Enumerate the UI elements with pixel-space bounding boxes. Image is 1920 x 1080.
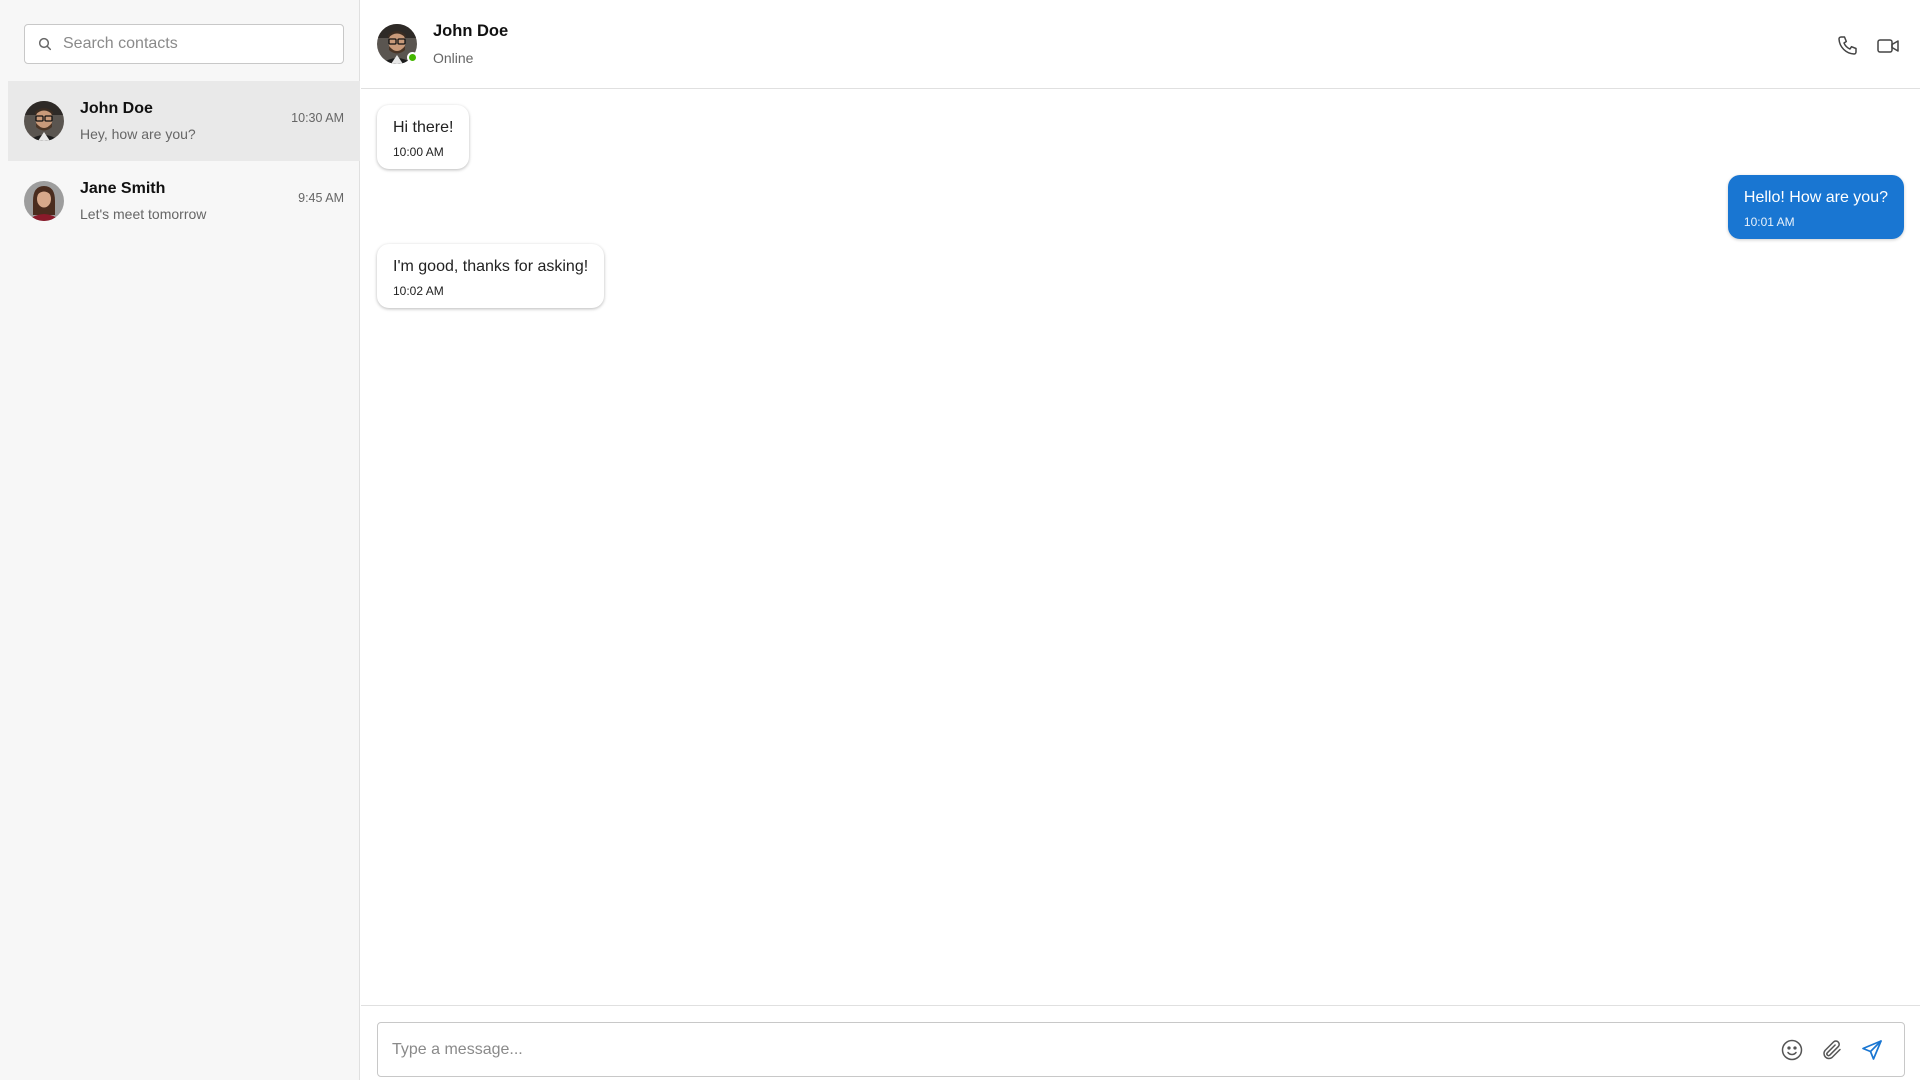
composer-actions — [1780, 1038, 1904, 1062]
emoji-icon — [1781, 1039, 1803, 1060]
contact-name: Jane Smith — [80, 180, 166, 197]
header-info: John Doe Online — [433, 22, 508, 66]
phone-icon — [1838, 36, 1857, 55]
message-bubble-incoming: Hi there! 10:00 AM — [377, 105, 470, 169]
message-text: I'm good, thanks for asking! — [393, 258, 589, 275]
emoji-button[interactable] — [1780, 1038, 1804, 1062]
contacts-sidebar: John Doe Hey, how are you? 10:30 AM Jane… — [0, 0, 360, 1080]
message-text: Hi there! — [393, 119, 454, 136]
search-icon — [38, 37, 52, 51]
message-time: 10:00 AM — [393, 145, 444, 159]
message-text: Hello! How are you? — [1743, 189, 1888, 206]
online-status-dot — [407, 52, 418, 63]
contact-info: John Doe Hey, how are you? — [80, 100, 291, 142]
contact-item-john-doe[interactable]: John Doe Hey, how are you? 10:30 AM — [8, 81, 360, 161]
avatar — [24, 181, 64, 221]
contact-preview: Let's meet tomorrow — [80, 206, 207, 222]
message-input[interactable] — [392, 1040, 1780, 1059]
message-time: 10:02 AM — [393, 284, 444, 298]
messaging-app: John Doe Hey, how are you? 10:30 AM Jane… — [0, 0, 1920, 1080]
chat-contact-name: John Doe — [433, 22, 509, 40]
avatar — [24, 101, 64, 141]
header-actions — [1836, 34, 1900, 58]
search-input[interactable] — [63, 35, 333, 53]
voice-call-button[interactable] — [1836, 34, 1860, 58]
message-time: 10:01 AM — [1743, 215, 1795, 229]
message-bubble-incoming: I'm good, thanks for asking! 10:02 AM — [377, 244, 605, 308]
chat-header: John Doe Online — [361, 0, 1920, 89]
contact-name: John Doe — [80, 100, 153, 117]
message-bubble-outgoing: Hello! How are you? 10:01 AM — [1727, 175, 1904, 239]
chat-panel: John Doe Online Hi there! 10:00 AM Hello… — [361, 0, 1920, 1080]
message-list: Hi there! 10:00 AM Hello! How are you? 1… — [361, 89, 1920, 1005]
video-camera-icon — [1877, 39, 1899, 53]
video-call-button[interactable] — [1876, 34, 1900, 58]
composer-bar — [361, 1005, 1920, 1080]
paperclip-icon — [1823, 1039, 1841, 1059]
send-button[interactable] — [1860, 1038, 1884, 1062]
contact-item-jane-smith[interactable]: Jane Smith Let's meet tomorrow 9:45 AM — [8, 161, 360, 241]
search-box[interactable] — [24, 24, 344, 64]
contact-time: 10:30 AM — [291, 111, 344, 125]
message-composer[interactable] — [377, 1022, 1905, 1077]
contact-preview: Hey, how are you? — [80, 126, 196, 142]
contact-info: Jane Smith Let's meet tomorrow — [80, 180, 298, 222]
contact-time: 9:45 AM — [298, 191, 344, 205]
header-avatar[interactable] — [377, 24, 418, 64]
chat-contact-status: Online — [433, 50, 474, 66]
send-icon — [1862, 1039, 1882, 1060]
attach-button[interactable] — [1820, 1038, 1844, 1062]
